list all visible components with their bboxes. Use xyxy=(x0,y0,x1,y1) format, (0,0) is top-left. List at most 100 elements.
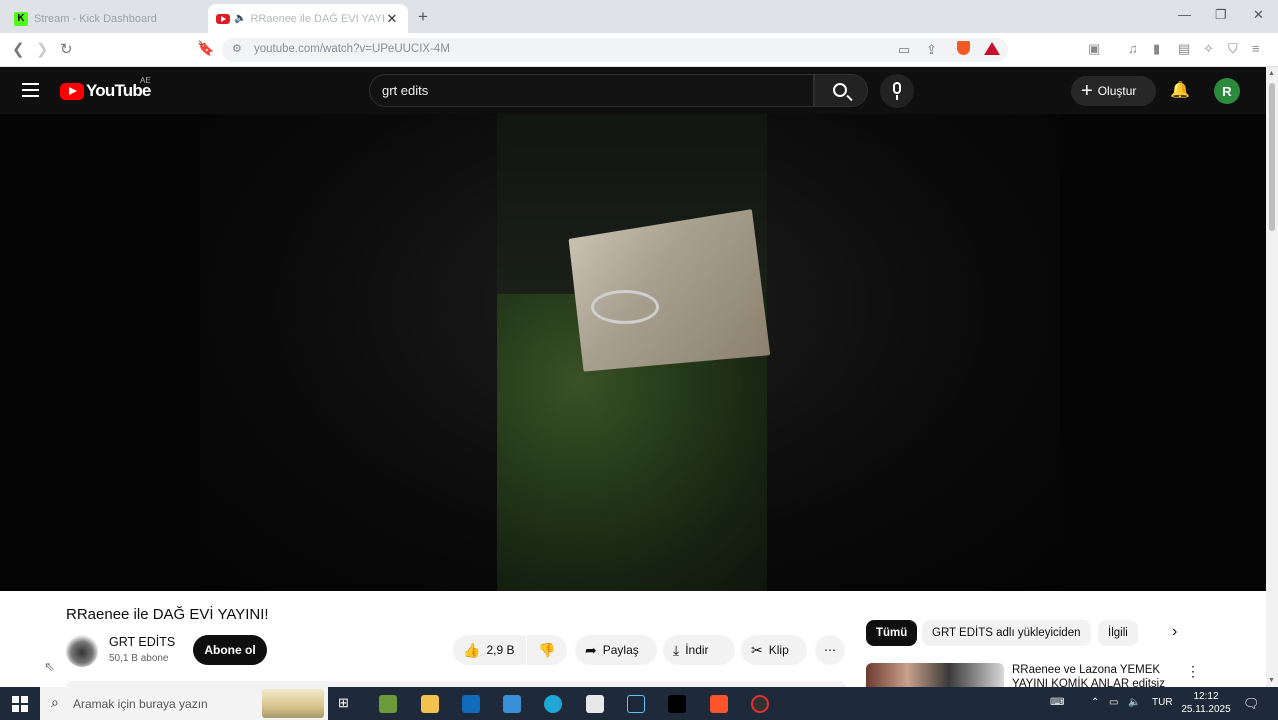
more-actions-button[interactable]: ⋯ xyxy=(815,635,845,665)
cast-icon[interactable]: ▭ xyxy=(898,42,910,58)
channel-name[interactable]: GRT EDİTS xyxy=(109,635,175,649)
country-code: AE xyxy=(140,76,151,85)
youtube-favicon-icon xyxy=(216,13,230,24)
site-info-icon[interactable]: ⚙ xyxy=(232,42,242,55)
search-highlight-image xyxy=(262,689,324,718)
dislike-button[interactable]: 👎 xyxy=(527,635,567,665)
reader-icon[interactable]: ▣ xyxy=(1088,41,1100,57)
brave-shield-icon[interactable] xyxy=(957,41,970,55)
mouse-cursor-icon: ⇖ xyxy=(44,659,55,674)
chevron-right-icon[interactable]: › xyxy=(1172,623,1177,641)
tiktok-icon[interactable] xyxy=(668,695,686,713)
clock-time: 12:12 xyxy=(1193,691,1219,702)
suggested-video-title[interactable]: RRaenee ve Lazona YEMEK YAYINI KOMİK ANL… xyxy=(1012,663,1182,687)
wallet-icon[interactable]: ▤ xyxy=(1178,41,1190,57)
share-icon: ➦ xyxy=(585,641,597,658)
volume-icon[interactable]: 🔈 xyxy=(1128,697,1140,708)
hamburger-menu-icon[interactable] xyxy=(22,83,39,97)
vpn-icon[interactable]: ⛉ xyxy=(1228,41,1238,57)
chip-from-uploader[interactable]: GRT EDİTS adlı yükleyiciden xyxy=(922,620,1091,646)
search-input[interactable]: grt edits xyxy=(369,74,814,107)
screen: K Stream - Kick Dashboard 🔈 RRaenee ile … xyxy=(0,0,1278,720)
minimize-icon[interactable]: — xyxy=(1178,7,1191,22)
brave-icon[interactable] xyxy=(710,695,728,713)
microphone-stand xyxy=(896,95,898,100)
leo-icon[interactable]: ✧ xyxy=(1203,41,1214,57)
url-text: youtube.com/watch?v=UPeUUCIX-4M xyxy=(254,43,450,55)
network-icon[interactable]: ▭ xyxy=(1109,697,1118,708)
sidebar-icon[interactable]: ▮ xyxy=(1153,41,1160,57)
youtube-header: YouTube AE grt edits + Oluştur 🔔 R xyxy=(0,67,1266,114)
download-label: İndir xyxy=(685,643,709,657)
windows-start-icon[interactable] xyxy=(12,696,28,712)
bookmark-icon[interactable]: 🔖 xyxy=(197,40,214,57)
thumbs-up-icon: 👍 xyxy=(463,641,481,658)
share-page-icon[interactable]: ⇪ xyxy=(926,42,937,58)
steam-icon[interactable] xyxy=(627,695,645,713)
avatar[interactable]: R xyxy=(1214,78,1240,104)
speaker-icon: 🔈 xyxy=(234,13,247,24)
more-vertical-icon[interactable]: ⋮ xyxy=(1186,663,1200,680)
chip-all[interactable]: Tümü xyxy=(866,620,918,646)
create-label: Oluştur xyxy=(1097,84,1137,98)
file-explorer-icon[interactable] xyxy=(421,695,439,713)
scroll-up-icon[interactable]: ▲ xyxy=(1268,70,1275,77)
share-button[interactable]: ➦ Paylaş xyxy=(575,635,657,665)
download-button[interactable]: ⤓ İndir xyxy=(663,635,735,665)
reload-icon[interactable]: ↻ xyxy=(60,40,73,58)
tray-chevron-icon[interactable]: ⌃ xyxy=(1091,697,1099,708)
language-indicator[interactable]: TUR xyxy=(1152,697,1173,708)
media-icon[interactable]: ♫ xyxy=(1128,41,1138,56)
tab-youtube[interactable]: 🔈 RRaenee ile DAĞ EVİ YAYINI ✕ xyxy=(208,4,408,33)
outlook-icon[interactable] xyxy=(462,695,480,713)
obs-icon[interactable] xyxy=(751,695,769,713)
notifications-icon[interactable]: 🗨 xyxy=(1243,696,1260,712)
voice-search-button[interactable] xyxy=(880,74,914,108)
close-tab-icon[interactable]: ✕ xyxy=(384,11,400,27)
tab-title: Stream - Kick Dashboard xyxy=(34,12,157,25)
clip-button[interactable]: ✂ Klip xyxy=(741,635,807,665)
clip-label: Klip xyxy=(768,643,789,657)
notifications-bell-icon[interactable]: 🔔 xyxy=(1170,80,1190,100)
kick-icon: K xyxy=(14,11,28,26)
scroll-down-icon[interactable]: ▼ xyxy=(1268,677,1275,684)
video-frame xyxy=(497,114,771,591)
task-view-icon[interactable]: ⊞ xyxy=(338,695,349,711)
channel-avatar[interactable] xyxy=(66,635,98,667)
minecraft-icon[interactable] xyxy=(379,695,397,713)
maximize-icon[interactable]: ❐ xyxy=(1215,7,1227,23)
menu-icon[interactable]: ≡ xyxy=(1252,41,1260,56)
like-count: 2,9 B xyxy=(486,643,515,657)
url-field[interactable]: ⚙ youtube.com/watch?v=UPeUUCIX-4M ▭ ⇪ xyxy=(222,38,1008,62)
forward-icon[interactable]: ❯ xyxy=(36,40,49,58)
photos-icon[interactable] xyxy=(586,695,604,713)
edge-icon[interactable] xyxy=(544,695,562,713)
scroll-thumb[interactable] xyxy=(1269,83,1275,231)
scissors-icon: ✂ xyxy=(751,641,763,658)
system-clock[interactable]: 12:12 25.11.2025 xyxy=(1178,690,1234,716)
tab-kick[interactable]: K Stream - Kick Dashboard xyxy=(6,4,202,33)
youtube-logo[interactable]: YouTube xyxy=(60,81,151,101)
new-tab-button[interactable]: + xyxy=(418,7,428,27)
more-horizontal-icon: ⋯ xyxy=(824,643,836,657)
brave-rewards-icon[interactable] xyxy=(984,42,1000,55)
vscode-icon[interactable] xyxy=(503,695,521,713)
download-icon: ⤓ xyxy=(673,641,680,658)
search-icon: ⌕ xyxy=(51,694,59,710)
search-button[interactable] xyxy=(814,74,868,107)
clock-date: 25.11.2025 xyxy=(1181,704,1231,715)
search-icon xyxy=(833,83,847,97)
taskbar-search-input[interactable]: ⌕ Aramak için buraya yazın xyxy=(40,687,328,720)
chip-related[interactable]: İlgili xyxy=(1098,620,1138,646)
video-player[interactable] xyxy=(0,114,1266,591)
keyboard-icon[interactable]: ⌨ xyxy=(1050,697,1064,708)
share-label: Paylaş xyxy=(602,643,639,657)
subscribe-button[interactable]: Abone ol xyxy=(193,635,267,665)
create-button[interactable]: + Oluştur xyxy=(1071,76,1156,106)
page-scrollbar[interactable]: ▲ ▼ xyxy=(1266,67,1278,687)
back-icon[interactable]: ❮ xyxy=(12,40,25,58)
browser-tab-strip: K Stream - Kick Dashboard 🔈 RRaenee ile … xyxy=(0,0,1278,33)
suggested-video-thumbnail[interactable] xyxy=(866,663,1004,687)
like-button[interactable]: 👍 2,9 B xyxy=(453,635,526,665)
window-close-icon[interactable]: ✕ xyxy=(1253,7,1264,23)
